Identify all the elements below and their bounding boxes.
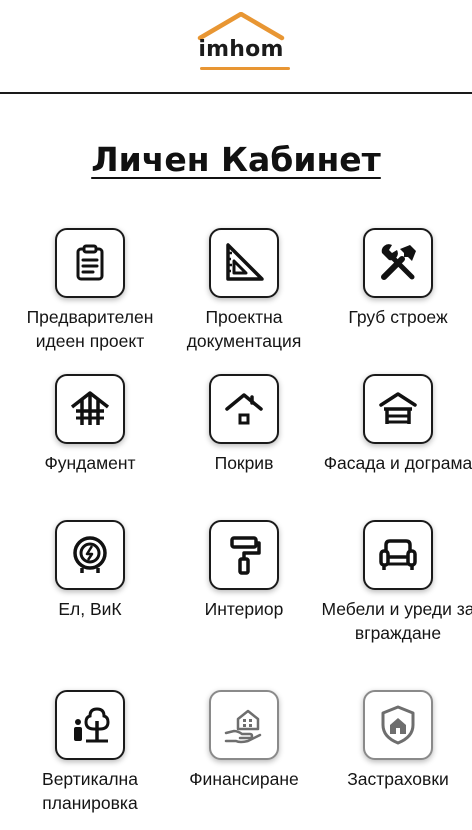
tile-label: Мебели и уреди за вграждане (321, 599, 472, 643)
tile-electric-water[interactable]: Ел, ВиК (12, 520, 168, 621)
tile-facade-joinery[interactable]: Фасада и дограма (320, 374, 472, 475)
tile-rough-construction[interactable]: Груб строеж (320, 228, 472, 329)
tile-label: Груб строеж (348, 307, 448, 327)
tile-label: Застраховки (347, 769, 449, 789)
tile-preliminary-project[interactable]: Предварителен идеен проект (12, 228, 168, 353)
facade-icon (363, 374, 433, 444)
meter-icon (55, 520, 125, 590)
tile-label: Интериор (204, 599, 284, 619)
tile-project-documentation[interactable]: Проектна документация (166, 228, 322, 353)
tile-roof[interactable]: Покрив (166, 374, 322, 475)
shield-house-icon (363, 690, 433, 760)
hand-house-icon (209, 690, 279, 760)
tile-label: Предварителен идеен проект (26, 307, 154, 351)
tile-label: Финансиране (189, 769, 299, 789)
tree-person-icon (55, 690, 125, 760)
tile-foundation[interactable]: Фундамент (12, 374, 168, 475)
tile-label: Проектна документация (186, 307, 302, 351)
tile-label: Фундамент (44, 453, 136, 473)
clipboard-icon (55, 228, 125, 298)
imhom-logo[interactable]: imhom (186, 12, 296, 74)
tile-furniture-appliances[interactable]: Мебели и уреди за вграждане (320, 520, 472, 645)
logo-underline (200, 67, 290, 70)
armchair-icon (363, 520, 433, 590)
tile-label: Фасада и дограма (323, 453, 472, 473)
tile-label: Ел, ВиК (58, 599, 122, 619)
tile-label: Вертикална планировка (42, 769, 138, 813)
page-title: Личен Кабинет (91, 140, 381, 179)
tile-label: Покрив (214, 453, 274, 473)
foundation-icon (55, 374, 125, 444)
set-square-icon (209, 228, 279, 298)
tile-interior[interactable]: Интериор (166, 520, 322, 621)
logo-text: imhom (198, 37, 284, 62)
tile-financing[interactable]: Финансиране (166, 690, 322, 791)
tile-vertical-planning[interactable]: Вертикална планировка (12, 690, 168, 815)
roof-icon (209, 374, 279, 444)
paint-roller-icon (209, 520, 279, 590)
tools-icon (363, 228, 433, 298)
tile-insurance[interactable]: Застраховки (320, 690, 472, 791)
app-header: imhom (0, 0, 472, 94)
